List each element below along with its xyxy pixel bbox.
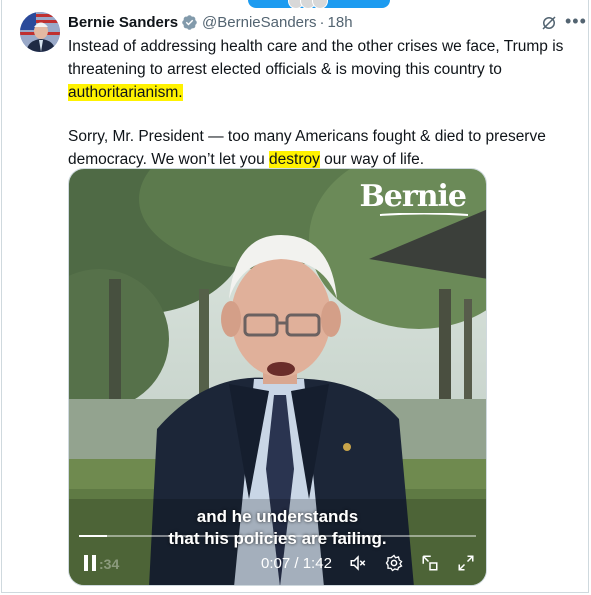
- new-posts-pill[interactable]: [248, 0, 390, 9]
- pill-avatar: [312, 0, 328, 9]
- author-name[interactable]: Bernie Sanders: [68, 14, 178, 31]
- verified-badge-icon[interactable]: [181, 14, 198, 31]
- brand-underline: [379, 213, 469, 216]
- time-readout: 0:07 / 1:42: [261, 555, 332, 572]
- pause-icon[interactable]: [83, 554, 97, 572]
- mute-icon[interactable]: [349, 554, 367, 572]
- picture-in-picture-icon[interactable]: [421, 554, 439, 572]
- caption-line-1: and he understands: [196, 507, 359, 526]
- video-player[interactable]: Bernie and he understands that his polic…: [68, 168, 487, 586]
- author-avatar[interactable]: [20, 12, 60, 52]
- current-time: 0:07: [261, 555, 291, 572]
- tweet-text-segment: Instead of addressing health care and th…: [68, 38, 564, 78]
- grok-icon[interactable]: [540, 14, 558, 32]
- video-caption: and he understands that his policies are…: [69, 506, 486, 550]
- tweet-paragraph-1: Instead of addressing health care and th…: [68, 35, 573, 104]
- tweet-paragraph-2: Sorry, Mr. President — too many American…: [68, 125, 573, 171]
- highlighted-word: authoritarianism.: [68, 84, 183, 101]
- tweet-text: Instead of addressing health care and th…: [68, 35, 573, 171]
- tweet-text-segment: our way of life.: [319, 151, 425, 168]
- video-controls: :34 0:07 / 1:42: [69, 545, 486, 581]
- gear-icon[interactable]: [385, 554, 403, 572]
- time-separator: /: [290, 555, 303, 572]
- tweet-header: Bernie Sanders @BernieSanders · 18h: [68, 12, 353, 32]
- highlighted-word: destroy: [269, 151, 320, 168]
- author-handle[interactable]: @BernieSanders: [202, 14, 316, 31]
- ghost-time: :34: [99, 556, 120, 572]
- progress-bar[interactable]: [79, 535, 476, 537]
- post-time[interactable]: 18h: [328, 14, 353, 31]
- fullscreen-icon[interactable]: [457, 554, 475, 572]
- separator-dot: ·: [319, 13, 325, 31]
- duration: 1:42: [302, 555, 332, 572]
- progress-fill: [79, 535, 107, 537]
- brand-logo: Bernie: [359, 179, 467, 214]
- more-icon[interactable]: •••: [565, 12, 587, 30]
